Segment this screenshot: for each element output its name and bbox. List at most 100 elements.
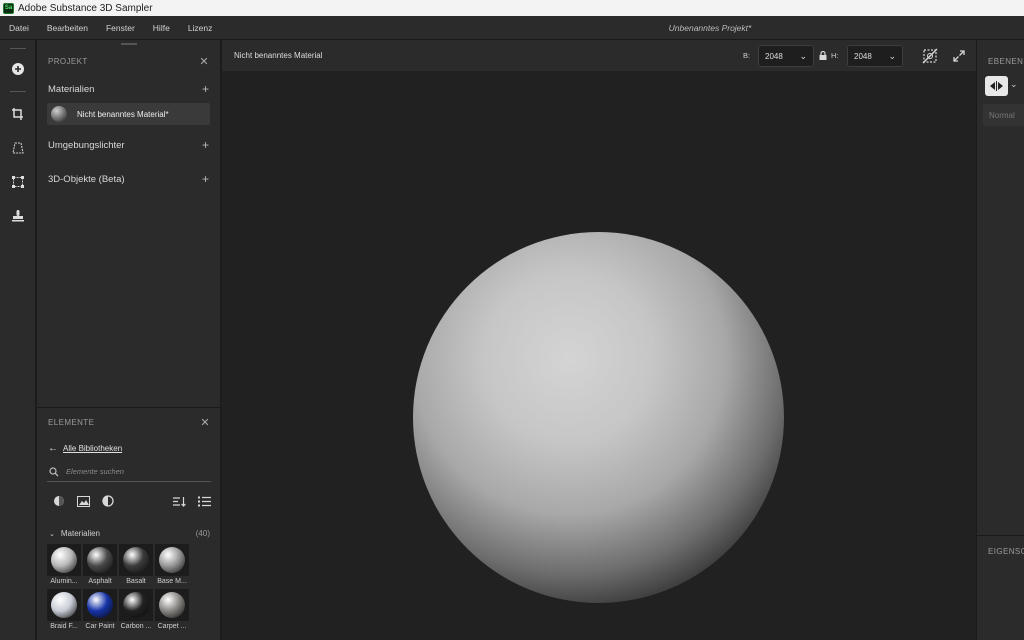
- transform-icon[interactable]: [8, 172, 28, 192]
- close-icon[interactable]: ✕: [200, 416, 210, 429]
- chevron-down-icon: ⌄: [888, 50, 896, 61]
- material-tile-label: Alumin...: [50, 578, 78, 585]
- project-panel: PROJEKT ✕ Materialien + Nicht benanntes …: [37, 40, 221, 640]
- library-filter-bar: [37, 488, 221, 514]
- material-tile[interactable]: Car Paint: [83, 589, 117, 632]
- material-tile-thumbnail: [155, 544, 189, 576]
- material-tile[interactable]: Carpet ...: [155, 589, 189, 632]
- menu-bar: Datei Bearbeiten Fenster Hilfe Lizenz Un…: [0, 16, 1024, 40]
- material-tile-label: Basalt: [126, 578, 146, 585]
- material-tile-label: Asphalt: [88, 578, 112, 585]
- material-tile[interactable]: Carbon ...: [119, 589, 153, 632]
- material-tile-label: Carpet ...: [157, 623, 187, 630]
- material-tile-thumbnail: [47, 544, 81, 576]
- crop-icon[interactable]: [8, 104, 28, 124]
- material-tile[interactable]: Base M...: [155, 544, 189, 587]
- width-value: 2048: [765, 51, 783, 61]
- close-icon[interactable]: ✕: [199, 55, 209, 68]
- chevron-down-icon[interactable]: ⌄: [1010, 79, 1018, 90]
- menu-datei[interactable]: Datei: [0, 23, 38, 33]
- stamp-icon[interactable]: [8, 206, 28, 226]
- material-tile[interactable]: Asphalt: [83, 544, 117, 587]
- category-header[interactable]: ⌄ Materialien (40): [37, 522, 221, 544]
- height-value: 2048: [854, 51, 872, 61]
- objects-label: 3D-Objekte (Beta): [48, 173, 125, 185]
- chevron-down-icon: ⌄: [799, 50, 807, 61]
- add-icon[interactable]: [8, 59, 28, 79]
- height-select[interactable]: 2048 ⌄: [847, 45, 903, 67]
- filter-icon[interactable]: [102, 495, 114, 507]
- width-select[interactable]: 2048 ⌄: [758, 45, 814, 67]
- material-grid: Alumin... Asphalt Basalt Base M... Braid F..…: [37, 544, 221, 632]
- material-ball: [159, 547, 185, 573]
- fullscreen-icon[interactable]: [953, 50, 965, 62]
- toolbar-divider: [10, 48, 26, 49]
- blend-mode-value: Normal: [989, 110, 1015, 120]
- elements-panel: ELEMENTE ✕ ← Alle Bibliotheken Elemente …: [37, 407, 221, 640]
- menu-bearbeiten[interactable]: Bearbeiten: [38, 23, 97, 33]
- material-tile-thumbnail: [47, 589, 81, 621]
- arrow-left-icon: ←: [48, 442, 58, 454]
- elements-header-label: ELEMENTE: [48, 417, 95, 427]
- panel-drag-handle[interactable]: [121, 43, 137, 45]
- material-ball: [51, 547, 77, 573]
- project-panel-header: PROJEKT ✕: [37, 50, 220, 72]
- tiling-toggle-icon[interactable]: [922, 48, 938, 64]
- viewport-toolbar: Nicht benanntes Material B: 2048 ⌄ H: 20…: [222, 40, 976, 71]
- layer-compare-button[interactable]: [985, 76, 1008, 96]
- back-link[interactable]: ← Alle Bibliotheken: [37, 437, 221, 459]
- material-tile-thumbnail: [83, 544, 117, 576]
- add-object-icon[interactable]: +: [202, 172, 209, 186]
- panel-divider: [977, 535, 1024, 536]
- material-tile[interactable]: Braid F...: [47, 589, 81, 632]
- category-count: (40): [195, 528, 210, 538]
- viewport-material-name: Nicht benanntes Material: [234, 51, 323, 60]
- list-view-icon[interactable]: [198, 496, 211, 507]
- search-input[interactable]: Elemente suchen: [47, 462, 211, 482]
- material-preview-sphere[interactable]: [413, 232, 784, 603]
- material-ball: [123, 592, 149, 618]
- layers-header: EBENEN: [988, 57, 1024, 66]
- window-title: Adobe Substance 3D Sampler: [18, 2, 153, 14]
- material-ball: [51, 592, 77, 618]
- properties-header: EIGENSC: [988, 547, 1024, 556]
- materials-section[interactable]: Materialien +: [37, 77, 220, 101]
- back-link-label: Alle Bibliotheken: [63, 443, 123, 453]
- material-ball: [159, 592, 185, 618]
- viewport[interactable]: Nicht benanntes Material B: 2048 ⌄ H: 20…: [222, 40, 976, 640]
- material-ball: [123, 547, 149, 573]
- toolbar-divider: [10, 91, 26, 92]
- material-filter-icon[interactable]: [53, 495, 65, 507]
- add-light-icon[interactable]: +: [202, 138, 209, 152]
- right-panel: EBENEN ⌄ Normal EIGENSC: [976, 40, 1024, 640]
- image-filter-icon[interactable]: [77, 495, 90, 507]
- category-label: Materialien: [60, 528, 101, 538]
- perspective-icon[interactable]: [8, 138, 28, 158]
- material-tile[interactable]: Basalt: [119, 544, 153, 587]
- blend-mode-select[interactable]: Normal: [983, 104, 1024, 126]
- app-logo-icon: Sa: [3, 2, 14, 14]
- material-ball: [87, 547, 113, 573]
- add-material-icon[interactable]: +: [202, 82, 209, 96]
- material-tile-label: Base M...: [157, 578, 187, 585]
- lock-icon[interactable]: [819, 51, 827, 60]
- material-tile-label: Braid F...: [50, 623, 78, 630]
- material-tile-label: Car Paint: [85, 623, 115, 630]
- lights-section[interactable]: Umgebungslichter +: [37, 133, 220, 157]
- material-tile[interactable]: Alumin...: [47, 544, 81, 587]
- title-bar: Sa Adobe Substance 3D Sampler: [0, 0, 1024, 16]
- material-list-item[interactable]: Nicht benanntes Material*: [47, 103, 210, 125]
- material-tile-thumbnail: [119, 544, 153, 576]
- sort-icon[interactable]: [173, 496, 186, 507]
- project-header-label: PROJEKT: [48, 56, 88, 66]
- menu-fenster[interactable]: Fenster: [97, 23, 144, 33]
- material-tile-label: Carbon ...: [120, 623, 152, 630]
- search-icon: [49, 466, 59, 476]
- menu-hilfe[interactable]: Hilfe: [144, 23, 179, 33]
- material-tile-thumbnail: [119, 589, 153, 621]
- width-label: B:: [743, 51, 751, 60]
- search-placeholder: Elemente suchen: [66, 467, 124, 476]
- menu-lizenz[interactable]: Lizenz: [179, 23, 222, 33]
- objects-section[interactable]: 3D-Objekte (Beta) +: [37, 167, 220, 191]
- materials-label: Materialien: [48, 83, 95, 95]
